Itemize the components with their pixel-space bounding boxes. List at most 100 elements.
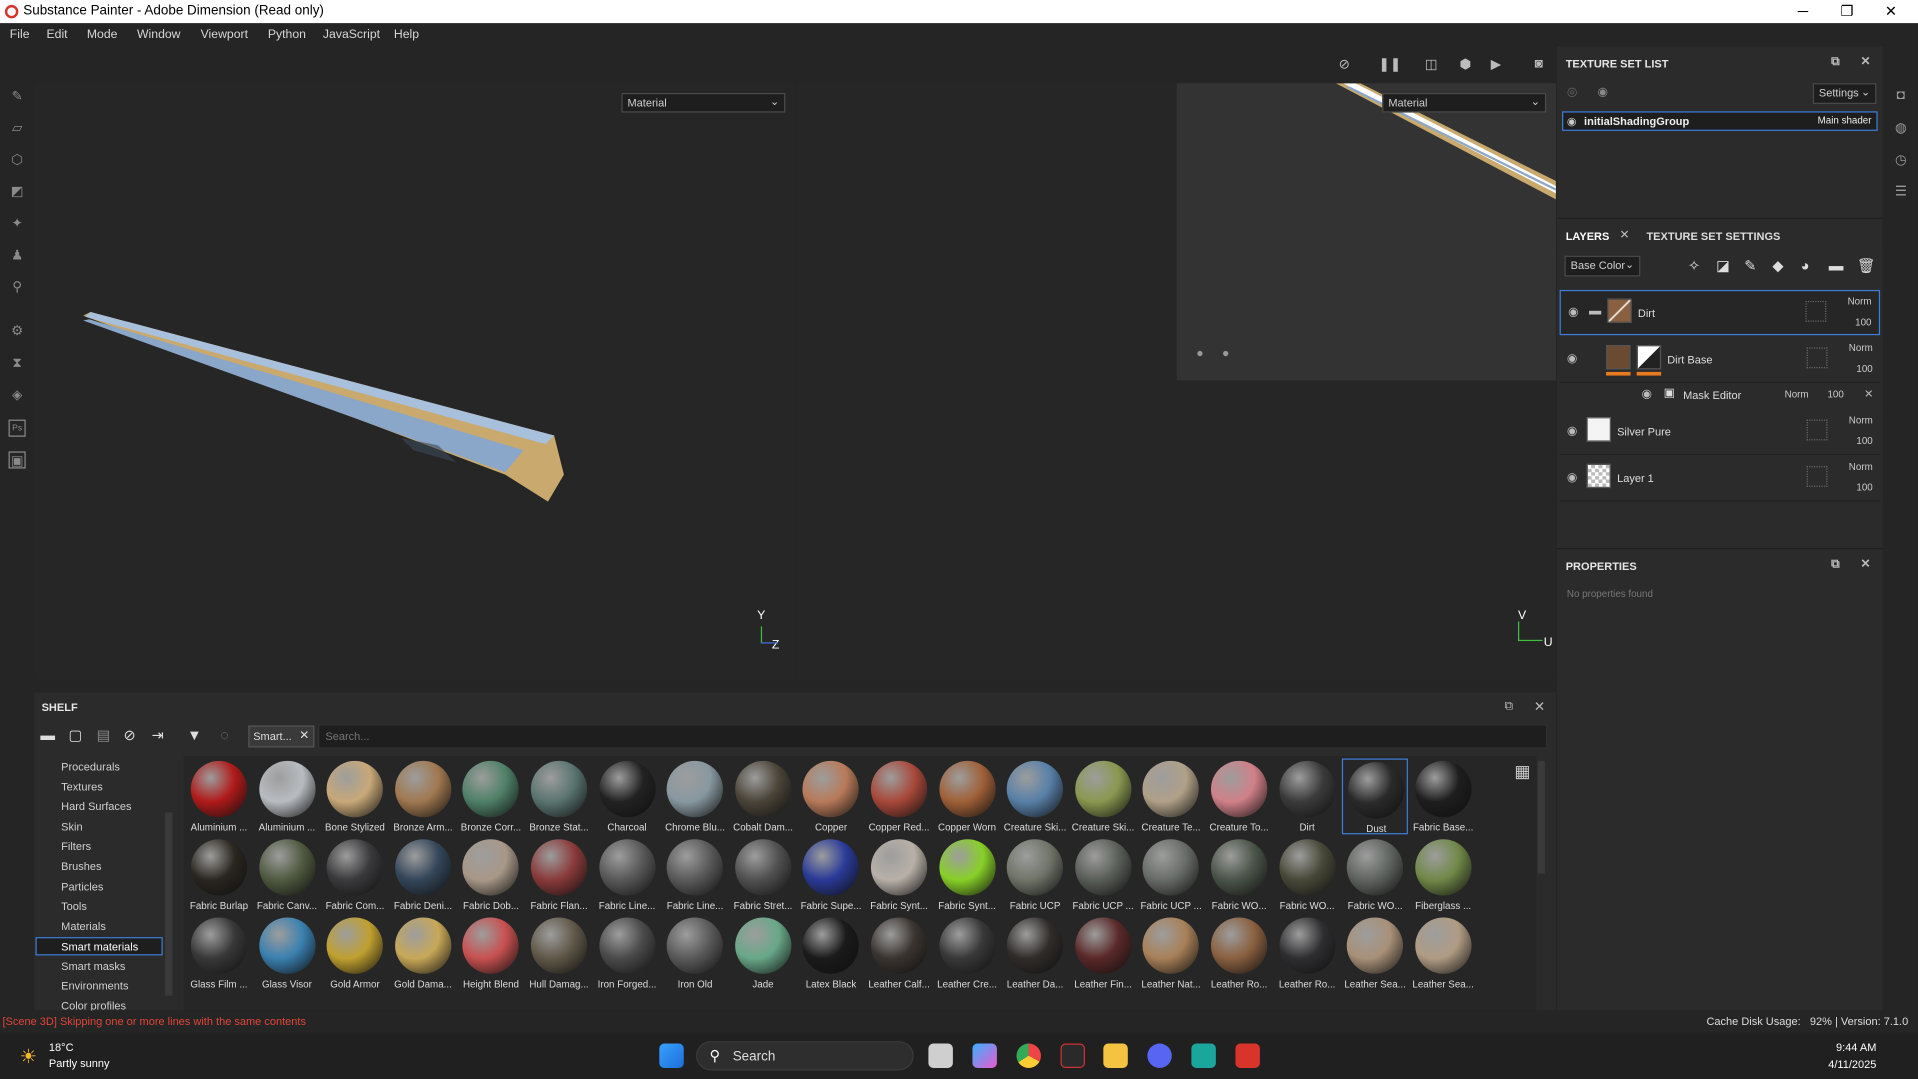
vivaldi-icon[interactable] <box>1060 1043 1085 1068</box>
add-paint-layer-icon[interactable]: ✎ <box>1744 257 1756 274</box>
menu-javascript[interactable]: JavaScript <box>323 28 380 41</box>
material-tile[interactable]: Fabric Dob... <box>458 837 524 913</box>
category-item[interactable]: Hard Surfaces <box>61 800 131 812</box>
category-item[interactable]: Procedurals <box>61 761 120 773</box>
material-tile[interactable]: Fabric Canv... <box>254 837 320 913</box>
material-tile[interactable]: Leather Ro... <box>1206 915 1272 991</box>
material-tile[interactable]: Aluminium ... <box>186 758 252 834</box>
material-tile[interactable]: Fabric Flan... <box>526 837 592 913</box>
add-fill-layer-icon[interactable]: ◆ <box>1772 257 1783 274</box>
category-item[interactable]: Materials <box>61 920 106 932</box>
copilot-icon[interactable] <box>972 1043 997 1068</box>
folder-icon[interactable]: ▬ <box>40 727 55 744</box>
layer-visibility-icon[interactable]: ◉ <box>1568 306 1579 319</box>
layer-mask-slot[interactable] <box>1806 347 1828 369</box>
material-tile[interactable]: Glass Film ... <box>186 915 252 991</box>
material-tile[interactable]: Aluminium ... <box>254 758 320 834</box>
material-tile[interactable]: Fabric Supe... <box>798 837 864 913</box>
layer-visibility-icon[interactable]: ◉ <box>1567 352 1578 365</box>
remove-filter-icon[interactable]: ✕ <box>299 729 309 742</box>
material-tile[interactable]: Leather Ro... <box>1274 915 1340 991</box>
chrome-icon[interactable] <box>1016 1043 1041 1068</box>
material-tile[interactable]: Fabric Stret... <box>730 837 796 913</box>
material-tile[interactable]: Bronze Corr... <box>458 758 524 834</box>
add-smart-material-icon[interactable]: ◕ <box>1801 257 1810 274</box>
save-icon[interactable]: ▤ <box>97 727 111 744</box>
layer-opacity[interactable]: 100 <box>1856 363 1872 374</box>
mask-remove-icon[interactable]: ✕ <box>1864 388 1873 401</box>
material-tile[interactable]: Fabric UCP <box>1002 837 1068 913</box>
material-tile[interactable]: Bronze Arm... <box>390 758 456 834</box>
category-item[interactable]: Skin <box>61 821 82 833</box>
material-tile[interactable]: Creature Ski... <box>1002 758 1068 834</box>
category-item[interactable]: Particles <box>61 881 103 893</box>
shader-panel-icon[interactable]: ◍ <box>1892 120 1909 137</box>
tab-layers[interactable]: LAYERS <box>1566 230 1610 242</box>
material-tile[interactable]: Fabric Com... <box>322 837 388 913</box>
material-tile[interactable]: Leather Da... <box>1002 915 1068 991</box>
material-tile[interactable]: Leather Nat... <box>1138 915 1204 991</box>
category-item[interactable]: Environments <box>61 980 128 992</box>
material-tile[interactable]: Bronze Stat... <box>526 758 592 834</box>
layer-blend-mode[interactable]: Norm <box>1849 415 1873 426</box>
material-tile[interactable]: Chrome Blu... <box>662 758 728 834</box>
materials-scrollbar[interactable] <box>1537 760 1545 874</box>
material-tile[interactable]: Creature Te... <box>1138 758 1204 834</box>
material-tile[interactable]: Copper Worn <box>934 758 1000 834</box>
material-tile[interactable]: Fabric WO... <box>1342 837 1408 913</box>
material-tile[interactable]: Fabric WO... <box>1206 837 1272 913</box>
split-view-icon[interactable]: ◫ <box>1421 56 1441 72</box>
eraser-icon[interactable]: ▱ <box>9 120 26 137</box>
filter-icon[interactable]: ▼ <box>187 727 202 744</box>
visibility-off-icon[interactable]: ◎ <box>1567 86 1578 99</box>
grid-view-icon[interactable]: ▦ <box>1514 761 1530 782</box>
history-icon[interactable]: ◷ <box>1892 152 1909 169</box>
material-tile[interactable]: Glass Visor <box>254 915 320 991</box>
material-tile[interactable]: Fabric Line... <box>662 837 728 913</box>
texture-set-panel-icon[interactable]: ◘ <box>1892 88 1909 105</box>
shelf-search-input[interactable] <box>318 724 1548 749</box>
category-item[interactable]: Smart masks <box>61 960 125 972</box>
layer-visibility-icon[interactable]: ◉ <box>1567 425 1578 438</box>
layer-dirt[interactable]: ◉ ▬ Dirt Norm 100 <box>1559 289 1881 336</box>
close-button[interactable]: ✕ <box>1869 0 1913 23</box>
category-item[interactable]: Textures <box>61 781 103 793</box>
material-tile[interactable]: Cobalt Dam... <box>730 758 796 834</box>
menu-python[interactable]: Python <box>268 28 306 41</box>
tab-texture-set-settings[interactable]: TEXTURE SET SETTINGS <box>1646 230 1780 242</box>
menu-help[interactable]: Help <box>394 28 419 41</box>
material-tile[interactable]: Gold Armor <box>322 915 388 991</box>
material-tile[interactable]: Bone Stylized <box>322 758 388 834</box>
category-item[interactable]: Tools <box>61 900 87 912</box>
layer-blend-mode[interactable]: Norm <box>1849 343 1873 354</box>
uv-nav-left-icon[interactable]: ● <box>1196 347 1203 360</box>
material-tile[interactable]: Hull Damag... <box>526 915 592 991</box>
material-tile[interactable]: Fabric UCP ... <box>1138 837 1204 913</box>
layer-opacity[interactable]: 100 <box>1856 482 1872 493</box>
texture-set-row[interactable]: ◉ initialShadingGroup Main shader <box>1562 111 1878 131</box>
projection-icon[interactable]: ⬡ <box>9 152 26 169</box>
material-tile[interactable]: Jade <box>730 915 796 991</box>
layer-silver-pure[interactable]: ◉ Silver Pure Norm 100 <box>1559 409 1881 456</box>
file-explorer-icon[interactable] <box>1103 1043 1128 1068</box>
layer-blend-mode[interactable]: Norm <box>1848 296 1872 307</box>
new-file-icon[interactable]: ▢ <box>68 727 82 744</box>
material-tile[interactable]: Creature To... <box>1206 758 1272 834</box>
float-properties-icon[interactable]: ⧉ <box>1831 558 1840 571</box>
filter-chip[interactable]: Smart... ✕ <box>248 725 315 748</box>
maximize-button[interactable]: ❐ <box>1825 0 1869 23</box>
material-tile[interactable]: Fiberglass ... <box>1410 837 1476 913</box>
material-tile[interactable]: Height Blend <box>458 915 524 991</box>
bake-settings-icon[interactable]: ⚙ <box>9 323 26 340</box>
material-tile[interactable]: Fabric Burlap <box>186 837 252 913</box>
menu-edit[interactable]: Edit <box>46 28 67 41</box>
channel-dropdown[interactable]: Base Color ⌄ <box>1564 255 1641 277</box>
material-tile[interactable]: Fabric Synt... <box>934 837 1000 913</box>
close-shelf-icon[interactable]: ✕ <box>1534 699 1545 715</box>
material-tile[interactable]: Latex Black <box>798 915 864 991</box>
add-effect-icon[interactable]: ✧ <box>1688 257 1700 274</box>
layer-mask-slot[interactable] <box>1806 419 1828 441</box>
cube-view-icon[interactable]: ⬢ <box>1456 56 1476 72</box>
mask-opacity[interactable]: 100 <box>1827 389 1843 400</box>
close-layers-tab-icon[interactable]: ✕ <box>1620 229 1630 242</box>
